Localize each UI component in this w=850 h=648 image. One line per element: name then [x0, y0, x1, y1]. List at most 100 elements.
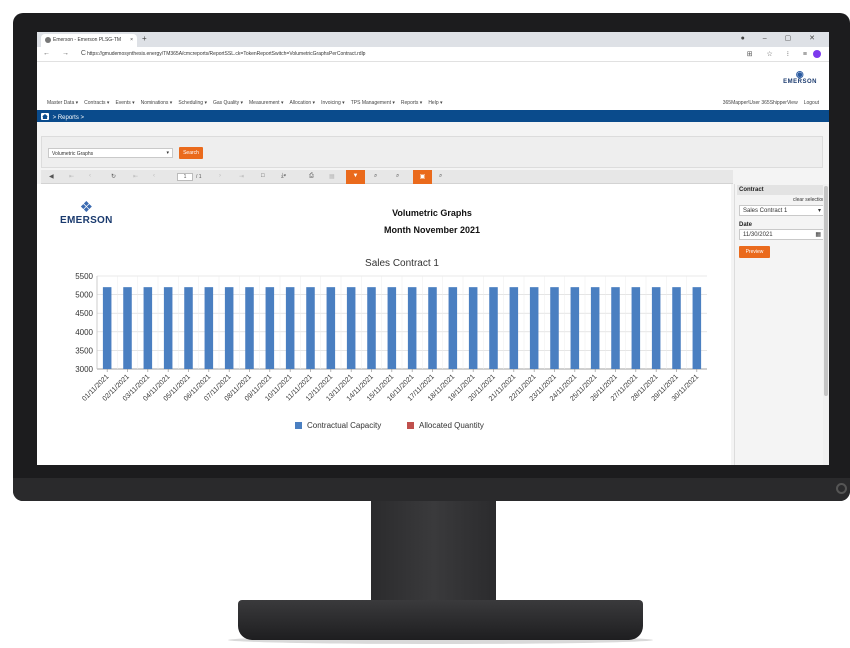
contract-select-value: Sales Contract 1 — [743, 208, 788, 214]
bar-contractual-capacity — [123, 287, 132, 369]
bar-contractual-capacity — [265, 287, 275, 369]
nav-buttons[interactable]: ← → C — [43, 50, 91, 57]
bar-contractual-capacity — [224, 287, 234, 369]
date-value: 11/30/2021 — [743, 232, 773, 238]
chart-title: Sales Contract 1 — [365, 258, 439, 269]
y-tick-label: 3000 — [75, 365, 93, 374]
parameters-icon[interactable]: ▣ — [413, 170, 432, 184]
bar-contractual-capacity — [163, 287, 173, 369]
menu-item[interactable]: Contracts ▾ — [84, 100, 109, 106]
bar-contractual-capacity — [306, 287, 315, 369]
prev-icon[interactable]: ‹ — [89, 173, 91, 179]
y-tick-label: 4500 — [75, 309, 93, 318]
bar-contractual-capacity — [509, 287, 519, 369]
bar-contractual-capacity — [692, 287, 702, 369]
menu-item[interactable]: Gas Quality ▾ — [213, 100, 243, 106]
zoom-in-icon[interactable]: ⌕ — [374, 173, 377, 180]
back-icon[interactable]: ◀ — [49, 173, 54, 180]
find-icon[interactable]: ⌕ — [439, 173, 442, 180]
bar-contractual-capacity — [550, 287, 559, 369]
y-tick-label: 4000 — [75, 328, 93, 337]
menu-item[interactable]: Reports ▾ — [401, 100, 422, 106]
report-title: Volumetric Graphs — [392, 208, 472, 218]
menu-item[interactable]: Nominations ▾ — [141, 100, 173, 106]
breadcrumb: > Reports > — [37, 110, 829, 122]
clear-selection-link[interactable]: clear selection — [739, 197, 825, 203]
browser-tab-bar: Emerson - Emerson PLSG-TM × + ● – ▢ ✕ — [37, 32, 829, 47]
y-tick-label: 5500 — [75, 272, 93, 281]
export-icon[interactable]: ⤓▾ — [281, 173, 286, 180]
menu-item[interactable]: Master Data ▾ — [47, 100, 78, 106]
menu-item[interactable]: Allocation ▾ — [289, 100, 315, 106]
report-logo-text: EMERSON — [60, 215, 113, 226]
next-page-icon[interactable]: › — [219, 173, 221, 179]
legend-swatch — [407, 422, 414, 429]
contract-select[interactable]: Sales Contract 1 ▾ — [739, 205, 825, 216]
y-tick-label: 5000 — [75, 291, 93, 300]
bar-contractual-capacity — [184, 287, 193, 369]
bar-contractual-capacity — [346, 287, 356, 369]
y-tick-label: 3500 — [75, 346, 93, 355]
breadcrumb-text[interactable]: > Reports > — [53, 115, 84, 121]
bar-contractual-capacity — [367, 287, 376, 369]
bar-contractual-capacity — [102, 287, 112, 369]
bar-contractual-capacity — [245, 287, 254, 369]
preview-button[interactable]: Preview — [739, 246, 770, 258]
menu-item[interactable]: Help ▾ — [428, 100, 442, 106]
screen: Emerson - Emerson PLSG-TM × + ● – ▢ ✕ ← … — [37, 32, 829, 465]
browser-tab[interactable]: Emerson - Emerson PLSG-TM × — [41, 34, 137, 47]
parameters-panel: Contract clear selection Sales Contract … — [734, 184, 829, 465]
menu-item[interactable]: TPS Management ▾ — [351, 100, 395, 106]
bar-contractual-capacity — [285, 287, 295, 369]
monitor-photo: Emerson - Emerson PLSG-TM × + ● – ▢ ✕ ← … — [0, 0, 850, 648]
document-icon[interactable]: □ — [261, 173, 265, 179]
legend-label: Allocated Quantity — [419, 421, 484, 430]
power-button — [836, 483, 847, 494]
menu-item[interactable]: Measurement ▾ — [249, 100, 283, 106]
window-controls[interactable]: ● – ▢ ✕ — [741, 34, 823, 42]
last-page-icon[interactable]: ⇥ — [239, 173, 244, 180]
report-viewer: ❖ EMERSON Volumetric Graphs Month Novemb… — [37, 184, 731, 465]
report-select[interactable]: Volumetric Graphs ▾ — [48, 148, 173, 158]
report-filter-bar: Volumetric Graphs ▾ Search — [41, 136, 823, 168]
url-field[interactable]: https://gmudemosynthesis.energy/TM365A/c… — [87, 51, 365, 57]
new-tab-button[interactable]: + — [142, 34, 147, 43]
bar-contractual-capacity — [570, 287, 580, 369]
chevron-down-icon: ▾ — [817, 208, 821, 214]
bar-contractual-capacity — [590, 287, 600, 369]
scrollbar-thumb[interactable] — [824, 186, 828, 396]
scrollbar[interactable] — [823, 184, 829, 465]
menu-item[interactable]: Scheduling ▾ — [178, 100, 207, 106]
main-menu: Master Data ▾ Contracts ▾ Events ▾ Nominati… — [37, 96, 829, 110]
prev-page-alt-icon[interactable]: ‹ — [153, 173, 155, 179]
filter-icon[interactable]: ▼ — [346, 170, 365, 184]
menu-item[interactable]: Invoicing ▾ — [321, 100, 345, 106]
user-name: 365Mapper\User 365ShipperView — [722, 100, 798, 106]
refresh-icon[interactable]: ↻ — [111, 173, 116, 180]
page-number-input[interactable]: 1 — [177, 173, 193, 181]
prev-page-icon[interactable]: ⇤ — [133, 173, 138, 180]
calendar-icon[interactable]: ▦ — [815, 231, 821, 238]
search-button[interactable]: Search — [179, 147, 203, 159]
layout-icon[interactable]: ▦ — [329, 173, 335, 180]
address-bar: ← → C https://gmudemosynthesis.energy/TM… — [37, 47, 829, 62]
report-toolbar: ◀ ⇤ ‹ ↻ ⇤ ‹ 1 / 1 › ⇥ □ ⤓▾ ⎙ ▦ ▼ ⌕ ⌕ ▣ ⌕ — [41, 170, 733, 184]
browser-icons[interactable]: ⊞ ☆ ⁝ ≡ — [747, 51, 813, 58]
app-header: ◉ EMERSON — [37, 62, 829, 96]
browser-action-icons: ⊞ ☆ ⁝ ≡ — [747, 50, 821, 59]
contract-label: Contract — [737, 185, 827, 195]
user-info: 365Mapper\User 365ShipperView Logout — [717, 100, 819, 106]
header-logo-text: EMERSON — [783, 79, 817, 85]
bar-contractual-capacity — [611, 287, 620, 369]
legend-label: Contractual Capacity — [307, 421, 381, 430]
profile-avatar-icon[interactable] — [813, 50, 821, 59]
first-page-icon[interactable]: ⇤ — [69, 173, 74, 180]
date-field[interactable]: 11/30/2021 ▦ — [739, 229, 825, 240]
logout-link[interactable]: Logout — [804, 100, 819, 106]
print-icon[interactable]: ⎙ — [309, 173, 314, 180]
close-tab-icon[interactable]: × — [130, 37, 133, 43]
chevron-down-icon: ▾ — [166, 150, 169, 156]
home-icon[interactable] — [41, 113, 49, 120]
zoom-out-icon[interactable]: ⌕ — [396, 173, 399, 180]
menu-item[interactable]: Events ▾ — [115, 100, 134, 106]
